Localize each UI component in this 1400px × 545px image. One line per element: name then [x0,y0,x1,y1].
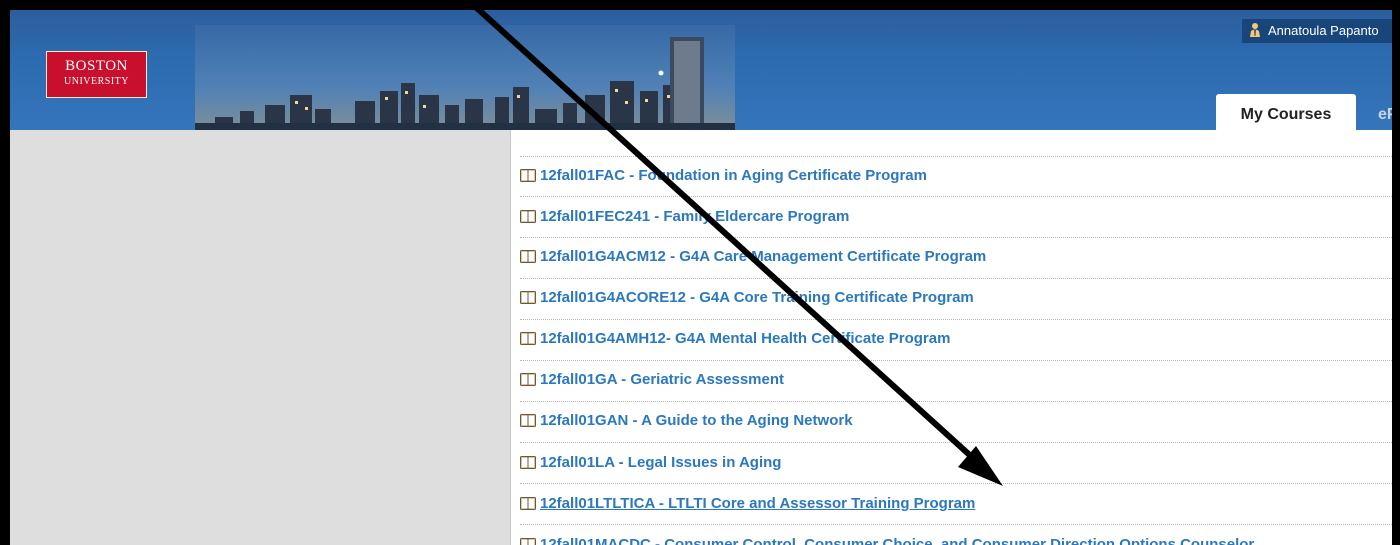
book-icon [520,414,536,427]
course-link-fec241[interactable]: 12fall01FEC241 - Family Eldercare Progra… [520,207,849,227]
course-list: 12fall01FAC - Foundation in Aging Certif… [520,130,1392,545]
user-icon [1250,23,1260,37]
course-link-gan[interactable]: 12fall01GAN - A Guide to the Aging Netwo… [520,411,853,431]
city-skyline-banner [195,25,735,130]
course-link-g4amh12[interactable]: 12fall01G4AMH12- G4A Mental Health Certi… [520,329,950,349]
course-link-ga[interactable]: 12fall01GA - Geriatric Assessment [520,370,784,390]
book-icon [520,291,536,304]
row-divider [520,278,1392,279]
tab-my-courses[interactable]: My Courses [1216,94,1356,130]
course-label: 12fall01G4ACM12 - G4A Care Management Ce… [540,248,987,265]
book-icon [520,169,536,182]
boston-university-logo[interactable]: BOSTON UNIVERSITY [46,51,147,98]
screenshot-frame: BOSTON UNIVERSITY Annatoula Papanto My C… [0,0,1400,545]
row-divider [520,401,1392,402]
course-link-ltltica[interactable]: 12fall01LTLTICA - LTLTI Core and Assesso… [520,494,975,514]
book-icon [520,210,536,223]
book-icon [520,538,536,545]
course-label: 12fall01FEC241 - Family Eldercare Progra… [540,208,850,225]
book-icon [520,497,536,510]
course-link-la[interactable]: 12fall01LA - Legal Issues in Aging [520,453,781,473]
course-link-macdc[interactable]: 12fall01MACDC - Consumer Control, Consum… [520,535,1254,545]
logo-text-boston: BOSTON [65,58,128,74]
row-divider [520,319,1392,320]
course-label: 12fall01FAC - Foundation in Aging Certif… [540,167,927,184]
site-header: BOSTON UNIVERSITY Annatoula Papanto My C… [10,10,1392,130]
course-label: 12fall01GA - Geriatric Assessment [540,371,785,388]
book-icon [520,332,536,345]
book-icon [520,373,536,386]
course-label: 12fall01G4ACORE12 - G4A Core Training Ce… [540,289,974,306]
course-link-g4acore12[interactable]: 12fall01G4ACORE12 - G4A Core Training Ce… [520,288,974,308]
course-label: 12fall01GAN - A Guide to the Aging Netwo… [540,412,853,429]
book-icon [520,250,536,263]
logo-text-university: UNIVERSITY [64,76,129,87]
row-divider [520,196,1392,197]
course-label: 12fall01MACDC - Consumer Control, Consum… [540,536,1255,545]
left-sidebar [10,130,511,545]
user-name: Annatoula Papanto [1268,23,1379,38]
book-icon [520,456,536,469]
row-divider [520,237,1392,238]
row-divider [520,524,1392,525]
course-label: 12fall01LA - Legal Issues in Aging [540,454,782,471]
tab-ep[interactable]: eP [1378,94,1392,130]
course-label: 12fall01LTLTICA - LTLTI Core and Assesso… [540,495,976,512]
row-divider [520,360,1392,361]
course-label: 12fall01G4AMH12- G4A Mental Health Certi… [540,330,951,347]
course-link-fac[interactable]: 12fall01FAC - Foundation in Aging Certif… [520,166,927,186]
user-menu[interactable]: Annatoula Papanto [1242,19,1392,43]
row-divider [520,483,1392,484]
row-divider [520,442,1392,443]
course-link-g4acm12[interactable]: 12fall01G4ACM12 - G4A Care Management Ce… [520,247,986,267]
row-divider [520,156,1392,157]
